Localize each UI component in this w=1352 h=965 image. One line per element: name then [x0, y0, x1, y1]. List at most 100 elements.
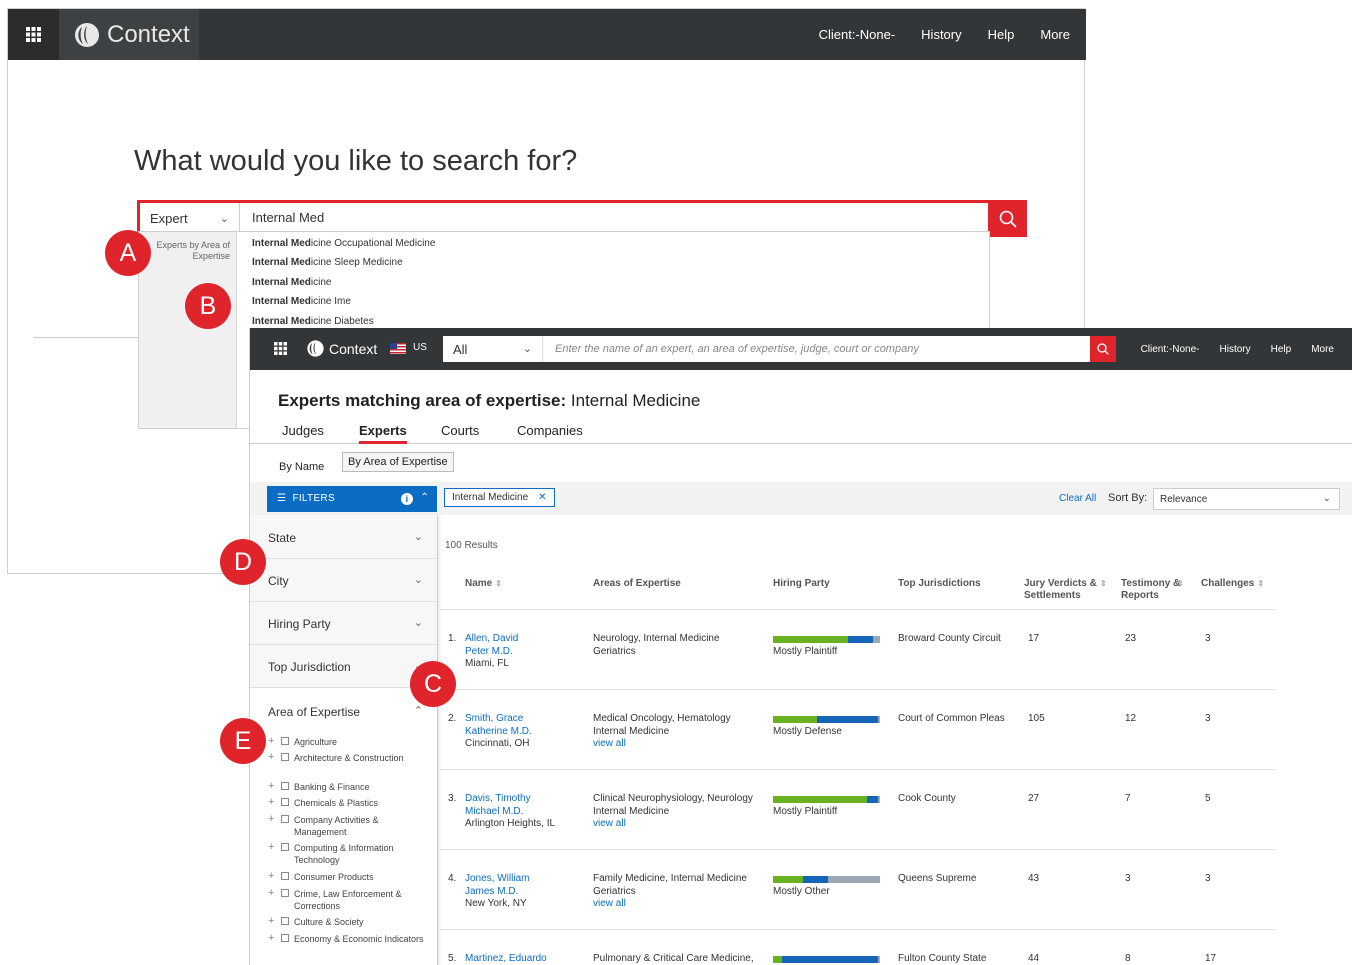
suggestion-item[interactable]: Internal Medicine Sleep Medicine — [252, 257, 403, 268]
expert-name-link[interactable]: Allen, David — [465, 633, 518, 644]
hiring-party-bar — [773, 796, 880, 803]
col-header-testimony[interactable]: Testimony & Reports ⇕ — [1121, 578, 1187, 602]
challenges-cell: 5 — [1205, 793, 1211, 804]
expert-name-link[interactable]: Davis, Timothy — [465, 793, 531, 804]
nav-more[interactable]: More — [1311, 344, 1334, 355]
expert-name-link[interactable]: Smith, Grace — [465, 713, 523, 724]
view-all-link[interactable]: view all — [593, 898, 626, 909]
checkbox — [281, 872, 289, 880]
nav-more[interactable]: More — [1040, 27, 1070, 42]
app-logo[interactable]: Context — [59, 9, 199, 60]
app-logo[interactable]: Context — [306, 339, 377, 358]
nav-help[interactable]: Help — [988, 27, 1015, 42]
callout-marker-c: C — [410, 661, 456, 707]
suggestion-item[interactable]: Internal Medicine Occupational Medicine — [252, 238, 435, 249]
nav-help[interactable]: Help — [1271, 344, 1292, 355]
clear-all-link[interactable]: Clear All — [1059, 493, 1096, 504]
challenges-cell: 3 — [1205, 633, 1211, 644]
subtab-by-name[interactable]: By Name — [279, 461, 324, 473]
bar-plaintiff — [773, 716, 817, 723]
search-input[interactable]: Internal Med — [252, 210, 324, 225]
app-name: Context — [107, 20, 190, 48]
jurisdiction-cell: Cook County — [898, 793, 956, 804]
bar-plaintiff — [773, 956, 782, 963]
search-scope-select[interactable]: All ⌄ — [443, 336, 543, 362]
challenges-cell: 3 — [1205, 873, 1211, 884]
suggestion-item[interactable]: Internal Medicine Diabetes — [252, 316, 374, 327]
context-logo-icon — [75, 22, 99, 47]
front-top-bar: Context US All ⌄ Enter the name of an ex… — [250, 328, 1352, 370]
row-number: 1. — [448, 633, 457, 644]
filter-section-hiring-party[interactable]: Hiring Party ⌄ — [250, 602, 437, 645]
expert-name-link[interactable]: Michael M.D. — [465, 806, 523, 817]
challenges-cell: 17 — [1205, 953, 1217, 964]
active-filter-chip[interactable]: Internal Medicine ✕ — [444, 488, 555, 507]
filter-section-top-jurisdiction[interactable]: Top Jurisdiction⌄ — [250, 645, 437, 688]
suggestion-item[interactable]: Internal Medicine — [252, 277, 331, 288]
col-header-jurisdictions: Top Jurisdictions — [898, 578, 981, 589]
expert-location: Miami, FL — [465, 658, 509, 669]
bar-plaintiff — [773, 876, 803, 883]
col-header-jury-verdicts[interactable]: Jury Verdicts & Settlements ⇕ — [1024, 578, 1107, 602]
close-icon[interactable]: ✕ — [538, 492, 546, 503]
expert-name-link[interactable]: James M.D. — [465, 886, 518, 897]
tab-companies[interactable]: Companies — [517, 423, 583, 438]
filter-section-area-of-expertise[interactable]: Area of Expertise ⌃ — [250, 688, 437, 728]
subtab-by-area[interactable]: By Area of Expertise — [342, 452, 454, 472]
expert-name-link[interactable]: Peter M.D. — [465, 646, 513, 657]
filter-section-city[interactable]: City ⌄ — [250, 559, 437, 602]
checkbox — [281, 815, 289, 823]
testimony-cell: 12 — [1125, 713, 1137, 724]
callout-marker-b: B — [185, 283, 231, 329]
tab-experts[interactable]: Experts — [359, 423, 407, 444]
search-type-select[interactable]: Expert ⌄ — [140, 203, 240, 234]
tab-judges[interactable]: Judges — [282, 423, 324, 438]
suggestion-item[interactable]: Internal Medicine Ime — [252, 296, 351, 307]
apps-grid-button[interactable] — [8, 9, 59, 60]
expert-name-link[interactable]: Martinez, Eduardo — [465, 953, 547, 964]
expert-name-cell: Smith, Grace Katherine M.D. Cincinnati, OH — [465, 713, 532, 751]
col-header-name[interactable]: Name ⇕ — [465, 578, 502, 590]
checkbox — [281, 917, 289, 925]
callout-marker-a: A — [105, 230, 151, 276]
filter-bar: ☰ FILTERS i ⌃ Internal Medicine ✕ Clear A… — [250, 482, 1352, 515]
callout-marker-e: E — [220, 718, 266, 764]
back-top-nav: Client:-None- History Help More — [793, 9, 1070, 60]
checkbox — [281, 782, 289, 790]
filter-section-state[interactable]: State ⌄ — [250, 516, 437, 559]
col-header-hiring-party: Hiring Party — [773, 578, 830, 589]
scope-value: All — [453, 342, 468, 357]
jurisdiction-cell: Court of Common Pleas — [898, 713, 1005, 724]
sort-select[interactable]: Relevance ⌄ — [1153, 488, 1340, 510]
expert-name-link[interactable]: Jones, William — [465, 873, 529, 884]
bar-other — [877, 716, 880, 723]
filters-toggle-button[interactable]: ☰ FILTERS i ⌃ — [267, 486, 437, 512]
view-all-link[interactable]: view all — [593, 738, 626, 749]
col-header-challenges[interactable]: Challenges ⇕ — [1201, 578, 1264, 590]
view-all-link[interactable]: view all — [593, 818, 626, 829]
checkbox — [281, 843, 289, 851]
apps-grid-icon[interactable] — [274, 342, 287, 355]
hiring-party-bar — [773, 636, 880, 643]
global-search-input[interactable]: Enter the name of an expert, an area of … — [543, 336, 1090, 362]
tab-courts[interactable]: Courts — [441, 423, 479, 438]
search-button[interactable] — [1090, 336, 1116, 362]
divider — [33, 337, 138, 338]
nav-client[interactable]: Client:-None- — [819, 27, 896, 42]
nav-history[interactable]: History — [921, 27, 961, 42]
expert-name-cell: Jones, William James M.D. New York, NY — [465, 873, 529, 911]
nav-history[interactable]: History — [1220, 344, 1251, 355]
info-icon[interactable]: i — [401, 493, 413, 505]
sort-value: Relevance — [1160, 494, 1208, 505]
expert-name-link[interactable]: Katherine M.D. — [465, 726, 532, 737]
dropdown-category-column: Experts by Area of Expertise — [139, 232, 237, 428]
region-label[interactable]: US — [413, 342, 427, 353]
search-button[interactable] — [988, 200, 1027, 237]
chevron-down-icon: ⌄ — [413, 574, 423, 586]
areas-cell: Neurology, Internal Medicine Geriatrics — [593, 633, 720, 657]
checkbox — [281, 798, 289, 806]
us-flag-icon[interactable] — [390, 343, 406, 354]
nav-client[interactable]: Client:-None- — [1141, 344, 1200, 355]
context-logo-icon — [307, 340, 324, 357]
col-header-areas: Areas of Expertise — [593, 578, 681, 589]
